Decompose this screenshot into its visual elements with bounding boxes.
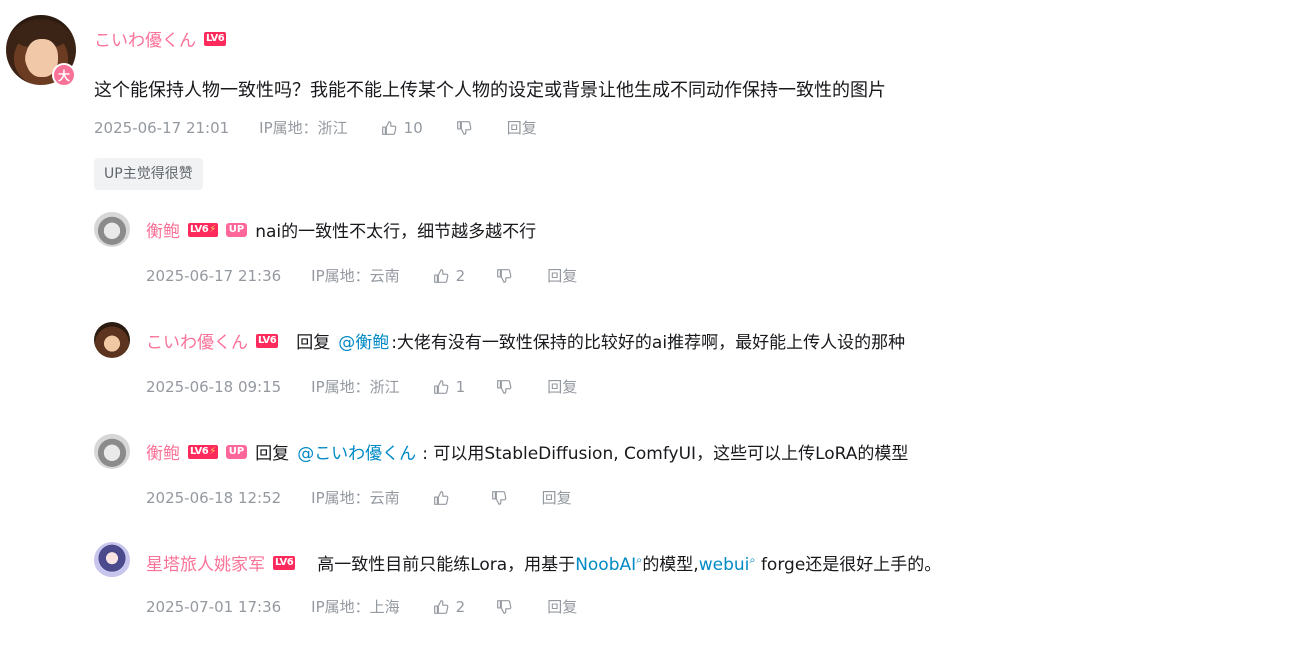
reply-button[interactable]: 回复	[547, 596, 577, 617]
reply-text-part: 高一致性目前只能练Lora，用基于	[317, 555, 576, 575]
ip-location: IP属地：浙江	[259, 119, 348, 137]
thumbs-down-icon[interactable]	[495, 267, 513, 285]
like-button[interactable]: 2	[432, 266, 466, 285]
reply-text-part: forge还是很好上手的。	[755, 555, 942, 575]
reply-button[interactable]: 回复	[507, 117, 537, 138]
username[interactable]: 星塔旅人姚家军	[146, 550, 265, 575]
reply-text-part: 的模型,	[642, 555, 699, 575]
reply-button[interactable]: 回复	[547, 376, 577, 397]
comment-time: 2025-06-17 21:01	[94, 118, 230, 137]
ip-location: IP属地：云南	[311, 489, 400, 507]
thumbs-down-icon[interactable]	[495, 378, 513, 396]
comment-time: 2025-06-18 09:15	[146, 377, 282, 396]
like-count: 10	[403, 118, 423, 137]
avatar[interactable]	[94, 322, 130, 358]
thumbs-up-icon	[433, 599, 449, 614]
reply-prefix: 回复	[296, 333, 331, 353]
reply-button[interactable]: 回复	[547, 265, 577, 286]
up-liked-tag: UP主觉得很赞	[94, 158, 203, 190]
up-tag: UP	[225, 222, 248, 237]
comment-time: 2025-07-01 17:36	[146, 597, 282, 616]
comment-time: 2025-06-18 12:52	[146, 488, 282, 507]
like-count: 2	[455, 597, 466, 616]
reply-content: : 可以用StableDiffusion, ComfyUI，这些可以上传LoRA…	[422, 444, 909, 464]
ip-location: IP属地：云南	[311, 267, 400, 285]
ip-location: IP属地：上海	[311, 598, 400, 616]
ip-location: IP属地：浙江	[311, 378, 400, 396]
mention-link[interactable]: @衡鲍	[338, 328, 389, 353]
keyword-link-noobai[interactable]: NoobAI	[575, 555, 636, 575]
username[interactable]: 衡鲍	[146, 217, 180, 242]
comment-content: 这个能保持人物一致性吗？我能不能上传某个人物的设定或背景让他生成不同动作保持一致…	[94, 80, 886, 101]
reply-content: :大佬有没有一致性保持的比较好的ai推荐啊，最好能上传人设的那种	[391, 333, 906, 353]
like-button[interactable]: 2	[432, 597, 466, 616]
reply-content: nai的一致性不太行，细节越多越不行	[255, 222, 537, 242]
like-count: 1	[455, 377, 466, 396]
avatar[interactable]	[94, 211, 130, 247]
avatar[interactable]	[94, 542, 130, 578]
up-tag: UP	[225, 444, 248, 459]
reply-prefix: 回复	[255, 444, 290, 464]
thumbs-down-icon[interactable]	[455, 119, 473, 137]
thumbs-up-icon	[381, 120, 397, 135]
username[interactable]: こいわ優くん	[94, 26, 196, 51]
thumbs-up-icon	[433, 379, 449, 394]
reply-button[interactable]: 回复	[542, 487, 572, 508]
level-badge: LV6	[204, 31, 227, 46]
username[interactable]: こいわ優くん	[146, 328, 248, 353]
thumbs-up-icon	[433, 268, 449, 283]
vip-badge: 大	[52, 63, 76, 87]
keyword-link-webui[interactable]: webui	[699, 555, 750, 575]
like-button[interactable]	[432, 489, 456, 507]
avatar[interactable]	[94, 433, 130, 469]
comment-time: 2025-06-17 21:36	[146, 266, 282, 285]
reply-content: 高一致性目前只能练Lora，用基于NoobAI⌕的模型,webui⌕ forge…	[317, 550, 941, 575]
like-button[interactable]: 10	[380, 119, 423, 137]
thumbs-down-icon[interactable]	[495, 598, 513, 616]
like-count: 2	[455, 266, 466, 285]
level-badge: LV6	[256, 333, 279, 348]
thumbs-up-icon	[433, 490, 449, 505]
thumbs-down-icon[interactable]	[490, 489, 508, 507]
level-badge: LV6	[273, 555, 296, 570]
level-badge: LV6⚡	[188, 222, 218, 237]
mention-link[interactable]: @こいわ優くん	[297, 439, 416, 464]
level-badge: LV6⚡	[188, 444, 218, 459]
username[interactable]: 衡鲍	[146, 439, 180, 464]
like-button[interactable]: 1	[432, 377, 466, 396]
